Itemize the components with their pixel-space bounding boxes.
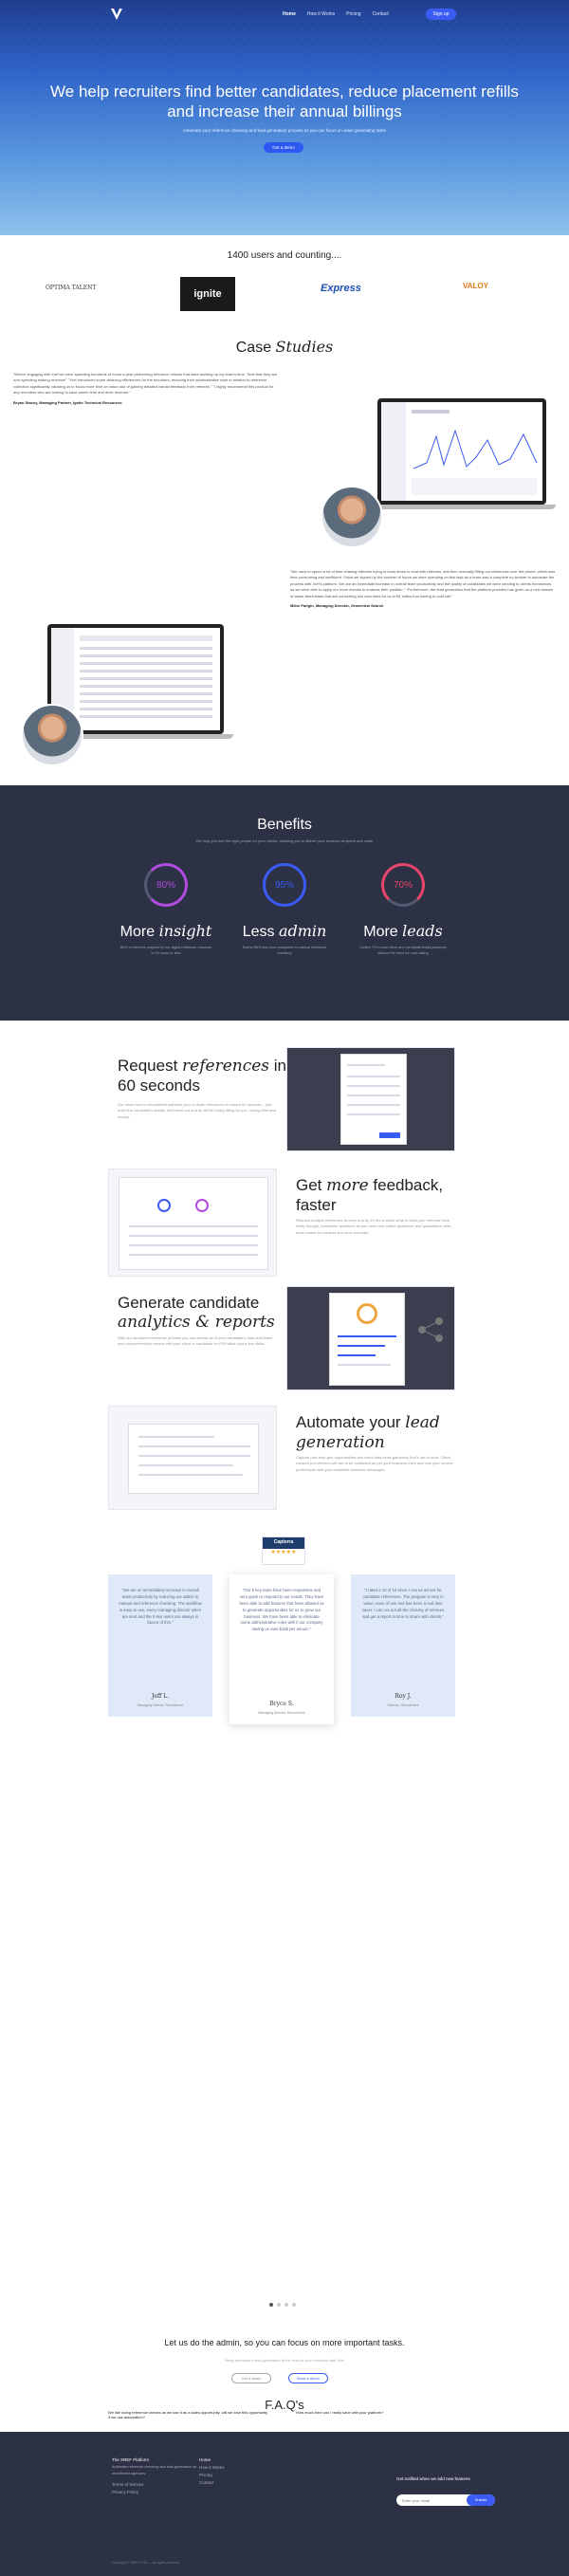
- footer-tagline: Automate reference checking and lead gen…: [112, 2465, 197, 2475]
- feature-4-title: Automate your lead generation: [296, 1413, 440, 1452]
- hero: Home How it Works Pricing Contact Sign u…: [0, 0, 569, 235]
- testimonial-role: Managing Partner, Recruitment: [137, 1703, 184, 1708]
- case-study-1-avatar: [321, 486, 383, 548]
- leads-desc: Collect 70% more client and candidate le…: [359, 946, 447, 956]
- newsletter-submit-button[interactable]: Submit: [467, 2494, 495, 2506]
- footer-brand-column: The XREF Platform Automate reference che…: [112, 2456, 197, 2496]
- valoy-logo: VALOY: [463, 282, 488, 290]
- report-panel: [329, 1293, 405, 1386]
- nav-pricing[interactable]: Pricing: [346, 11, 360, 19]
- admin-subtitle: Bring permanent lead-generation at the f…: [225, 2358, 344, 2363]
- testimonial-name: Bryce S.: [269, 1701, 294, 1708]
- footer-privacy-link[interactable]: Privacy Policy: [112, 2489, 197, 2496]
- top-nav: Home How it Works Pricing Contact Sign u…: [0, 0, 569, 28]
- newsletter-title: Get notified when we add new features: [396, 2476, 470, 2481]
- admin-demo-button[interactable]: Get a demo: [231, 2373, 271, 2383]
- benefits-subtitle: We help you find the right people for yo…: [195, 838, 374, 843]
- feature-1-screenshot: [286, 1047, 455, 1151]
- footer-newsletter: Get notified when we add new features: [396, 2475, 470, 2483]
- capterra-stars: ★★★★★: [270, 1549, 297, 1555]
- insight-percent-ring: 80%: [144, 863, 188, 907]
- feature-3-screenshot: [286, 1286, 455, 1390]
- case-study-1-laptop: [377, 398, 546, 505]
- leads-percent-ring: 70%: [381, 863, 425, 907]
- express-logo: Express: [321, 283, 361, 294]
- testimonial-card: "We are an immediately increase in overa…: [108, 1574, 212, 1717]
- case-study-2-quote: "We used to spend a lot of time chasing …: [290, 569, 556, 608]
- dashboard-chart-icon: [381, 402, 538, 501]
- testimonial-name: Roy J.: [395, 1693, 412, 1701]
- hero-subtitle: Automate your reference checking and lea…: [182, 128, 387, 133]
- faq-left-column: We like doing reference checks as we use…: [108, 2411, 269, 2430]
- nav-home[interactable]: Home: [283, 11, 296, 19]
- faq-right-column: How much time can I really save with you…: [296, 2411, 457, 2430]
- feature-1-desc: Our smart how to recruitment software yo…: [118, 1102, 276, 1119]
- request-form-panel: [340, 1054, 407, 1145]
- xref-logo-icon[interactable]: [110, 8, 123, 21]
- testimonial-role: Managing Director, Recruitment: [258, 1711, 305, 1716]
- faq-title: F.A.Q's: [265, 2398, 304, 2412]
- footer-copyright: Copyright © XREF 2020 — All rights reser…: [112, 2561, 179, 2565]
- case-study-2-author: Milne Farigin, Managing Director, Gravev…: [290, 602, 384, 608]
- optima-talent-logo: OPTIMA TALENT: [46, 285, 97, 291]
- testimonial-role: Director, Recruitment: [387, 1703, 419, 1708]
- feature-2-title: Get more feedback, faster: [296, 1176, 444, 1214]
- faq-item[interactable]: We like doing reference checks as we use…: [108, 2411, 269, 2420]
- carousel-dots: [269, 2303, 296, 2307]
- footer-terms-link[interactable]: Terms of Service: [112, 2481, 197, 2489]
- admin-desc: Spend 95% less time compared to manual r…: [242, 946, 327, 956]
- insight-title: More insight: [119, 922, 212, 940]
- feature-1-title: Request references in 60 seconds: [118, 1057, 286, 1095]
- feature-3-title: Generate candidate analytics & reports: [118, 1294, 275, 1332]
- footer: The XREF Platform Automate reference che…: [0, 2432, 569, 2576]
- admin-percent-ring: 95%: [263, 863, 306, 907]
- insight-desc: 80% of referees respond to our digital r…: [119, 946, 212, 956]
- footer-how-it-works-link[interactable]: How it Works: [199, 2464, 224, 2472]
- testimonial-name: Jeff L.: [151, 1693, 170, 1701]
- footer-contact-link[interactable]: Contact: [199, 2479, 224, 2487]
- leads-title: More leads: [363, 922, 443, 940]
- footer-brand: The XREF Platform: [112, 2457, 150, 2462]
- benefits-title: Benefits: [257, 817, 312, 833]
- feature-2-screenshot: [108, 1168, 277, 1277]
- hero-title: We help recruiters find better candidate…: [50, 83, 519, 121]
- dashboard-screenshot: [381, 402, 542, 501]
- carousel-dot[interactable]: [292, 2303, 296, 2307]
- nav-how-it-works[interactable]: How it Works: [307, 11, 335, 19]
- feature-4-desc: Capture new lead-gen opportunities and c…: [296, 1455, 453, 1472]
- share-network-icon: [418, 1317, 443, 1342]
- footer-home-link[interactable]: Home: [199, 2456, 224, 2464]
- signup-button[interactable]: Sign up: [426, 9, 456, 20]
- users-title: 1400 users and counting....: [227, 250, 342, 261]
- nav-menu: Home How it Works Pricing Contact: [283, 11, 389, 19]
- case-study-1-quote: "Before engaging with Xref we were spend…: [13, 372, 278, 405]
- capterra-badge: Capterra ★★★★★: [262, 1536, 305, 1565]
- hero-demo-button[interactable]: Get a demo: [264, 142, 303, 153]
- nav-contact[interactable]: Contact: [373, 11, 389, 19]
- lead-gen-panel: [128, 1424, 259, 1494]
- laptop-base: [368, 505, 556, 509]
- faq-item[interactable]: How much time can I really save with you…: [296, 2411, 457, 2416]
- admin-title: Let us do the admin, so you can focus on…: [164, 2338, 405, 2347]
- capterra-label: Capterra: [263, 1537, 304, 1549]
- ignite-logo: ignite: [180, 277, 235, 311]
- case-studies-title: Case Studies: [235, 338, 334, 356]
- case-study-1-author: Bryan Stacey, Managing Partner, Ignite T…: [13, 399, 122, 405]
- testimonial-card: "I rated a 10 of 10 since I can us acros…: [351, 1574, 455, 1717]
- carousel-dot[interactable]: [277, 2303, 281, 2307]
- feature-4-screenshot: [108, 1406, 277, 1510]
- admin-book-button[interactable]: Book a demo: [288, 2373, 328, 2383]
- feature-3-desc: With our structured reference process yo…: [118, 1335, 273, 1347]
- footer-pricing-link[interactable]: Pricing: [199, 2472, 224, 2479]
- case-study-2-avatar: [21, 704, 83, 766]
- testimonial-card: "Our 5 key team have been responsive and…: [229, 1574, 334, 1724]
- benefits-section: Benefits We help you find the right peop…: [0, 785, 569, 1021]
- admin-title: Less admin: [242, 922, 327, 940]
- carousel-dot[interactable]: [269, 2303, 273, 2307]
- carousel-dot[interactable]: [284, 2303, 288, 2307]
- feature-2-desc: Request multiple references at once and …: [296, 1218, 452, 1235]
- feedback-panel: [119, 1177, 268, 1270]
- footer-nav-column: Home How it Works Pricing Contact: [199, 2456, 224, 2487]
